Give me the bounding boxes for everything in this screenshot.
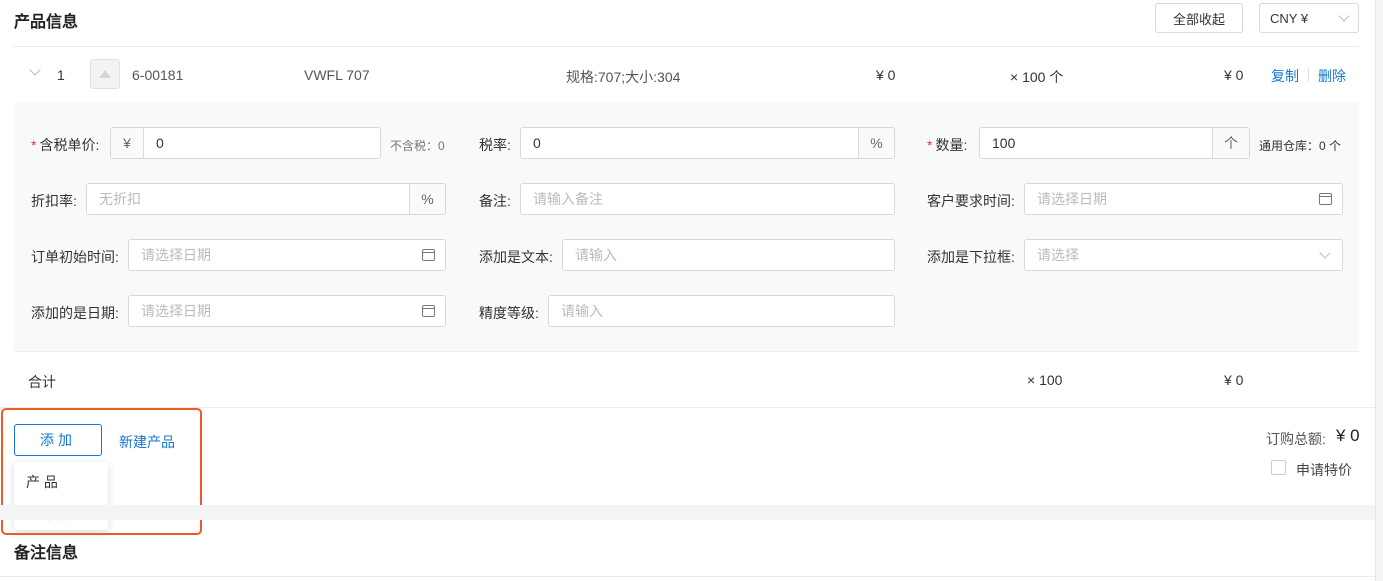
special-price-label: 申请特价: [1296, 462, 1352, 478]
date-field-label: 添加的是日期:: [31, 305, 119, 321]
total-amount: ¥ 0: [1224, 372, 1244, 388]
chevron-down-icon: [1338, 10, 1350, 22]
total-quantity: × 100: [1027, 372, 1063, 388]
divider: [14, 351, 1359, 352]
product-image-icon: [90, 59, 120, 89]
customer-time-picker[interactable]: 请选择日期: [1024, 183, 1343, 215]
quantity-input[interactable]: 100 个: [979, 127, 1250, 159]
tax-price-label: * 含税单价:: [31, 137, 100, 153]
copy-link[interactable]: 复制: [1271, 66, 1299, 86]
quantity-label: * 数量:: [927, 137, 968, 153]
discount-placeholder: 无折扣: [99, 191, 141, 207]
unit-suffix: 个: [1212, 128, 1249, 158]
order-start-picker[interactable]: 请选择日期: [128, 239, 446, 271]
date-field-picker[interactable]: 请选择日期: [128, 295, 446, 327]
section-gap: [0, 505, 1375, 520]
precision-input[interactable]: 请输入: [548, 295, 895, 327]
order-start-placeholder: 请选择日期: [141, 247, 211, 263]
special-price-checkbox[interactable]: [1271, 460, 1286, 475]
percent-suffix: %: [858, 128, 894, 158]
expand-chevron-icon[interactable]: [29, 64, 41, 76]
text-field-label: 添加是文本:: [479, 249, 553, 265]
link-divider: [1308, 68, 1309, 82]
scrollbar[interactable]: [1375, 0, 1383, 581]
tax-price-value: 0: [156, 135, 164, 151]
tax-rate-input[interactable]: 0 %: [520, 127, 895, 159]
calendar-icon: [421, 305, 435, 317]
order-total-label: 订购总额:: [1266, 431, 1326, 447]
quantity-value: 100: [992, 135, 1016, 151]
divider: [0, 407, 1375, 408]
delete-link[interactable]: 删除: [1318, 66, 1346, 86]
currency-value: CNY ¥: [1270, 10, 1309, 26]
currency-select[interactable]: CNY ¥: [1259, 3, 1359, 33]
remark-input[interactable]: 请输入备注: [520, 183, 895, 215]
dropdown-field-placeholder: 请选择: [1037, 247, 1079, 263]
date-field-placeholder: 请选择日期: [141, 303, 211, 319]
product-code: 6-00181: [132, 67, 184, 83]
row-index: 1: [57, 67, 65, 83]
precision-placeholder: 请输入: [561, 303, 603, 319]
total-label: 合计: [28, 374, 56, 390]
calendar-icon: [421, 249, 435, 261]
dropdown-field-label: 添加是下拉框:: [927, 249, 1015, 265]
order-total-value: ¥ 0: [1336, 426, 1360, 445]
calendar-icon: [1318, 193, 1332, 205]
no-tax-text: 不含税：0: [390, 139, 445, 153]
percent-suffix: %: [409, 184, 445, 214]
dropdown-field-select[interactable]: 请选择: [1024, 239, 1343, 271]
collapse-all-button[interactable]: 全部收起: [1155, 3, 1243, 33]
warehouse-link[interactable]: 通用仓库：0 个: [1259, 137, 1341, 154]
precision-label: 精度等级:: [479, 305, 539, 321]
text-field-placeholder: 请输入: [575, 247, 617, 263]
section-title-remark: 备注信息: [14, 545, 79, 562]
discount-input[interactable]: 无折扣 %: [86, 183, 446, 215]
customer-time-label: 客户要求时间:: [927, 193, 1015, 209]
customer-time-placeholder: 请选择日期: [1037, 191, 1107, 207]
section-title-product: 产品信息: [14, 14, 79, 31]
row-quantity: × 100 个: [1010, 69, 1064, 85]
tax-price-input[interactable]: ¥ 0: [110, 127, 381, 159]
divider: [14, 46, 1359, 47]
product-spec: 规格:707;大小:304: [566, 69, 681, 85]
remark-placeholder: 请输入备注: [533, 191, 603, 207]
row-amount: ¥ 0: [1224, 67, 1244, 83]
product-name: VWFL 707: [304, 67, 370, 83]
chevron-down-icon: [1319, 247, 1331, 259]
order-start-label: 订单初始时间:: [31, 249, 119, 265]
tax-rate-label: 税率:: [479, 137, 511, 153]
remark-label: 备注:: [479, 193, 511, 209]
discount-label: 折扣率:: [31, 193, 77, 209]
tax-rate-value: 0: [533, 135, 541, 151]
unit-price: ¥ 0: [876, 67, 896, 83]
divider: [0, 576, 1375, 577]
text-field-input[interactable]: 请输入: [562, 239, 895, 271]
currency-prefix: ¥: [111, 128, 144, 158]
